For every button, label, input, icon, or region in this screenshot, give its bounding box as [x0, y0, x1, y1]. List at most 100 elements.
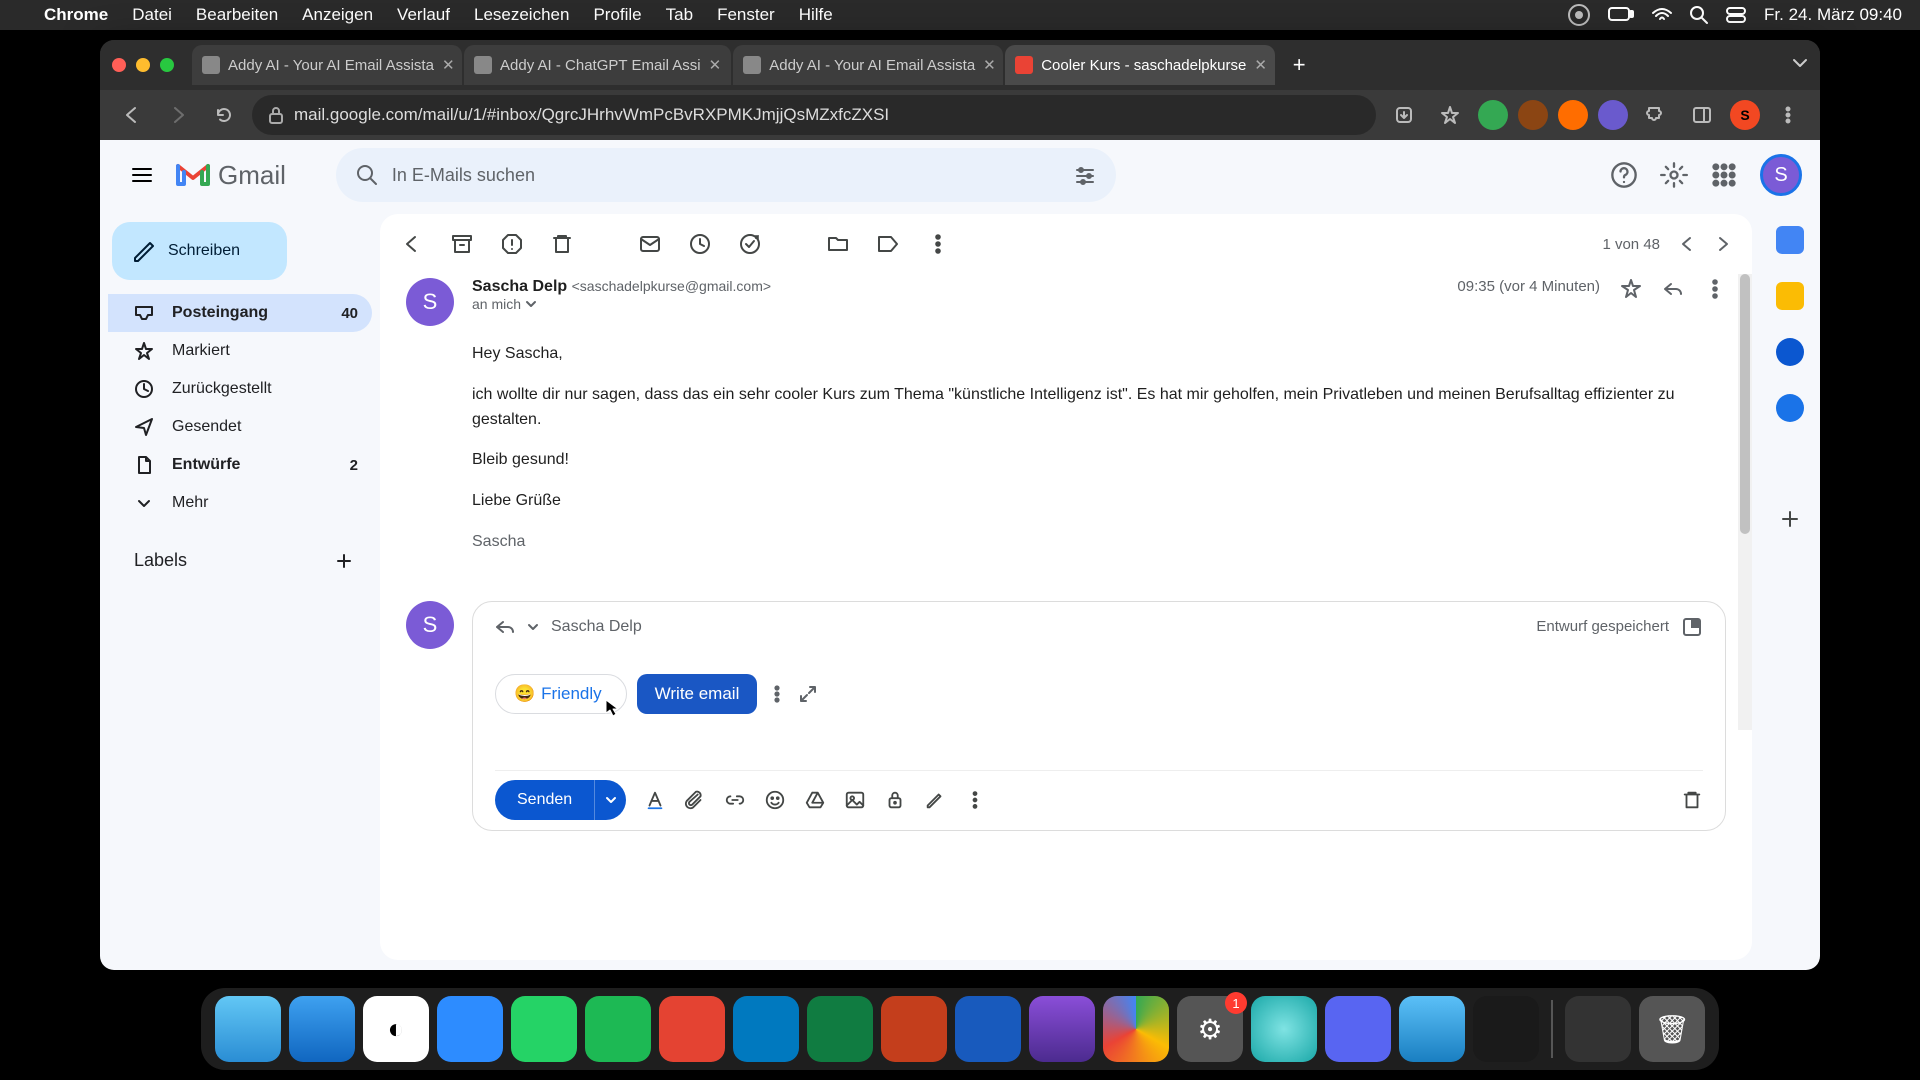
- dock-whatsapp[interactable]: [511, 996, 577, 1062]
- bookmark-star-icon[interactable]: [1432, 97, 1468, 133]
- send-options-dropdown[interactable]: [594, 780, 626, 820]
- dock-voicememos[interactable]: [1473, 996, 1539, 1062]
- add-label-icon[interactable]: [334, 551, 354, 571]
- control-center-icon[interactable]: [1726, 6, 1746, 24]
- menu-lesezeichen[interactable]: Lesezeichen: [462, 5, 581, 25]
- expand-icon[interactable]: [797, 683, 819, 705]
- popout-icon[interactable]: [1681, 616, 1703, 638]
- gmail-logo[interactable]: Gmail: [176, 160, 286, 191]
- menu-datei[interactable]: Datei: [120, 5, 184, 25]
- next-page-icon[interactable]: [1714, 235, 1732, 253]
- dock-app-generic[interactable]: [1565, 996, 1631, 1062]
- emoji-icon[interactable]: [764, 789, 786, 811]
- account-avatar[interactable]: S: [1760, 154, 1802, 196]
- fullscreen-window[interactable]: [160, 58, 174, 72]
- dock-trash[interactable]: 🗑: [1639, 996, 1705, 1062]
- prev-page-icon[interactable]: [1678, 235, 1696, 253]
- my-avatar[interactable]: S: [406, 601, 454, 649]
- compose-button[interactable]: Schreiben: [112, 222, 287, 280]
- insert-image-icon[interactable]: [844, 789, 866, 811]
- reload-button[interactable]: [206, 97, 242, 133]
- more-vert-icon[interactable]: [964, 789, 986, 811]
- chevron-down-icon[interactable]: [527, 621, 539, 633]
- wifi-icon[interactable]: [1652, 7, 1672, 23]
- tab-1[interactable]: Addy AI - Your AI Email Assista✕: [192, 45, 462, 85]
- battery-icon[interactable]: [1608, 7, 1634, 23]
- contacts-addon-icon[interactable]: [1776, 394, 1804, 422]
- scrollbar[interactable]: [1738, 274, 1752, 730]
- close-tab-icon[interactable]: ✕: [983, 56, 996, 74]
- menu-profile[interactable]: Profile: [581, 5, 653, 25]
- add-addon-icon[interactable]: [1779, 508, 1801, 530]
- nav-starred[interactable]: Markiert: [108, 332, 372, 370]
- menu-tab[interactable]: Tab: [654, 5, 705, 25]
- to-line[interactable]: an mich: [472, 296, 1439, 312]
- new-tab-button[interactable]: +: [1283, 49, 1315, 81]
- dock-discord[interactable]: [1325, 996, 1391, 1062]
- insert-link-icon[interactable]: [724, 789, 746, 811]
- format-icon[interactable]: [644, 789, 666, 811]
- star-icon[interactable]: [1620, 278, 1642, 300]
- profile-avatar[interactable]: S: [1730, 100, 1760, 130]
- dock-finder[interactable]: [215, 996, 281, 1062]
- chrome-menu-icon[interactable]: [1770, 97, 1806, 133]
- reply-icon[interactable]: [1662, 278, 1684, 300]
- archive-icon[interactable]: [450, 232, 474, 256]
- dock-quicktime[interactable]: [1399, 996, 1465, 1062]
- search-bar[interactable]: In E-Mails suchen: [336, 148, 1116, 202]
- mail-unread-icon[interactable]: [638, 232, 662, 256]
- menu-verlauf[interactable]: Verlauf: [385, 5, 462, 25]
- reply-recipient[interactable]: Sascha Delp: [551, 618, 642, 636]
- dock-excel[interactable]: [807, 996, 873, 1062]
- extension-2-icon[interactable]: [1518, 100, 1548, 130]
- calendar-addon-icon[interactable]: [1776, 226, 1804, 254]
- dock-todoist[interactable]: [659, 996, 725, 1062]
- keep-addon-icon[interactable]: [1776, 282, 1804, 310]
- extension-3-icon[interactable]: [1558, 100, 1588, 130]
- forward-button[interactable]: [160, 97, 196, 133]
- write-email-button[interactable]: Write email: [637, 674, 758, 714]
- back-arrow-icon[interactable]: [400, 232, 424, 256]
- close-tab-icon[interactable]: ✕: [709, 56, 722, 74]
- menu-hilfe[interactable]: Hilfe: [787, 5, 845, 25]
- tab-3[interactable]: Addy AI - Your AI Email Assista✕: [733, 45, 1003, 85]
- dock-chrome[interactable]: ◐: [363, 996, 429, 1062]
- tone-chip-friendly[interactable]: 😄 Friendly: [495, 674, 627, 714]
- dock-zoom[interactable]: [437, 996, 503, 1062]
- spotlight-icon[interactable]: [1690, 6, 1708, 24]
- nav-inbox[interactable]: Posteingang 40: [108, 294, 372, 332]
- more-vert-icon[interactable]: [926, 232, 950, 256]
- nav-drafts[interactable]: Entwürfe 2: [108, 446, 372, 484]
- reply-icon[interactable]: [495, 617, 515, 637]
- snooze-icon[interactable]: [688, 232, 712, 256]
- signature-pen-icon[interactable]: [924, 789, 946, 811]
- send-button[interactable]: Senden: [495, 780, 594, 820]
- dock-googledrive[interactable]: [1103, 996, 1169, 1062]
- close-window[interactable]: [112, 58, 126, 72]
- menu-anzeigen[interactable]: Anzeigen: [290, 5, 385, 25]
- app-menu[interactable]: Chrome: [32, 5, 120, 25]
- label-icon[interactable]: [876, 232, 900, 256]
- tab-4-active[interactable]: Cooler Kurs - saschadelpkurse✕: [1005, 45, 1275, 85]
- nav-snoozed[interactable]: Zurückgestellt: [108, 370, 372, 408]
- nav-more[interactable]: Mehr: [108, 484, 372, 522]
- menu-icon[interactable]: [118, 151, 166, 199]
- menubar-clock[interactable]: Fr. 24. März 09:40: [1764, 5, 1902, 25]
- dock-trello[interactable]: [733, 996, 799, 1062]
- extension-1-icon[interactable]: [1478, 100, 1508, 130]
- minimize-window[interactable]: [136, 58, 150, 72]
- drive-icon[interactable]: [804, 789, 826, 811]
- sender-avatar[interactable]: S: [406, 278, 454, 326]
- tab-2[interactable]: Addy AI - ChatGPT Email Assi✕: [464, 45, 731, 85]
- confidential-lock-icon[interactable]: [884, 789, 906, 811]
- dock-siri[interactable]: [1251, 996, 1317, 1062]
- settings-gear-icon[interactable]: [1660, 161, 1688, 189]
- nav-sent[interactable]: Gesendet: [108, 408, 372, 446]
- dock-spotify[interactable]: [585, 996, 651, 1062]
- menu-bearbeiten[interactable]: Bearbeiten: [184, 5, 290, 25]
- menu-fenster[interactable]: Fenster: [705, 5, 787, 25]
- dock-systemsettings[interactable]: ⚙︎1: [1177, 996, 1243, 1062]
- tabs-dropdown[interactable]: [1792, 55, 1808, 76]
- delete-icon[interactable]: [550, 232, 574, 256]
- tasks-addon-icon[interactable]: [1776, 338, 1804, 366]
